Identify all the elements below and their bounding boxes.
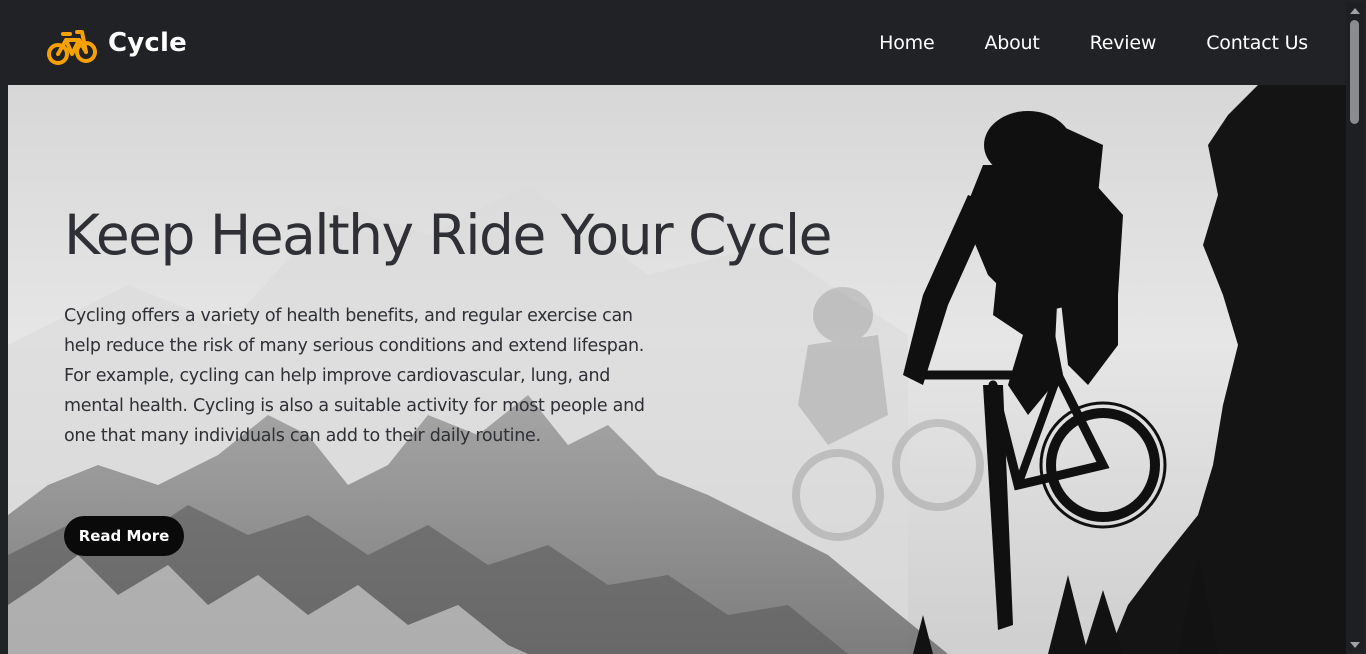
brand-logo-link[interactable]: Cycle <box>46 24 187 68</box>
nav-link-home[interactable]: Home <box>879 32 935 54</box>
hero-title: Keep Healthy Ride Your Cycle <box>64 203 832 267</box>
hero-description: Cycling offers a variety of health benef… <box>64 306 645 446</box>
bicycle-icon <box>47 30 97 65</box>
nav-link-about[interactable]: About <box>984 32 1039 54</box>
read-more-button[interactable]: Read More <box>64 516 184 556</box>
nav-menu: Home About Review Contact Us <box>829 2 1308 84</box>
scroll-up-arrow-icon[interactable] <box>1350 8 1360 14</box>
scroll-down-arrow-icon[interactable] <box>1350 642 1360 648</box>
browser-window: Cycle Home About Review Contact Us Keep … <box>0 0 1366 654</box>
hero-section: Keep Healthy Ride Your Cycle Cycling off… <box>8 85 1346 654</box>
scrollbar-thumb[interactable] <box>1350 20 1359 124</box>
nav-link-review[interactable]: Review <box>1090 32 1157 54</box>
navbar: Cycle Home About Review Contact Us <box>6 2 1346 84</box>
brand-name: Cycle <box>108 28 187 58</box>
vertical-scrollbar[interactable] <box>1346 2 1364 652</box>
nav-link-contact-us[interactable]: Contact Us <box>1206 32 1308 54</box>
